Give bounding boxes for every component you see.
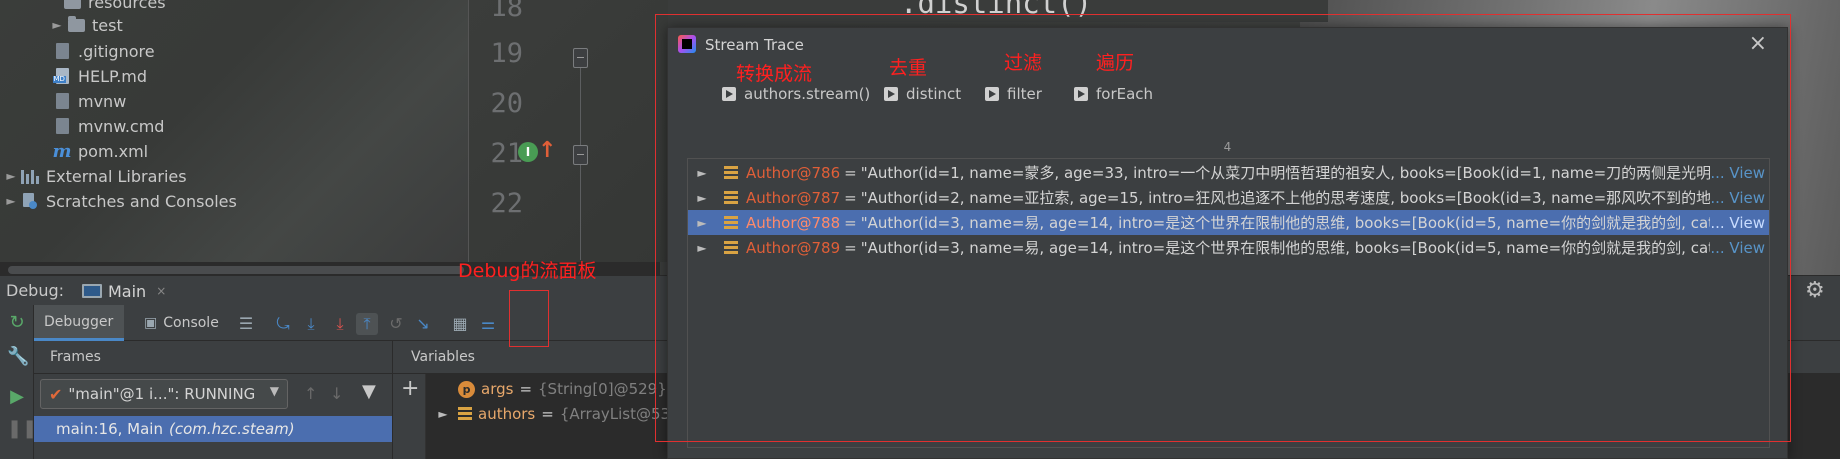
frames-header: Frames	[34, 341, 392, 374]
chevron-right-icon[interactable]: ►	[48, 18, 66, 32]
wrench-icon[interactable]: 🔧	[7, 347, 29, 367]
frames-title: Frames	[50, 349, 101, 365]
project-tree: resources ► test .gitignore MD HELP.md m…	[0, 0, 468, 262]
frames-panel: ✔ "main"@1 i...": RUNNING ▼ ↑ ↓ ▼ main:1…	[34, 374, 392, 459]
chevron-down-icon: ▼	[269, 384, 279, 398]
arrow-down-icon[interactable]: ↓	[330, 384, 343, 403]
variables-title: Variables	[411, 349, 475, 365]
step-out-icon[interactable]: ⤒	[356, 313, 378, 335]
tree-item-mvnw[interactable]: mvnw	[52, 89, 126, 113]
annotation-debug-stream-panel: Debug的流面板	[458, 260, 597, 282]
chevron-right-icon[interactable]: ►	[434, 407, 452, 421]
file-icon	[52, 43, 72, 59]
folder-icon	[66, 15, 86, 33]
pause-icon[interactable]: ❚❚	[7, 419, 37, 439]
trace-stream-icon[interactable]: ⚌	[477, 313, 499, 335]
line-number: 18	[490, 0, 523, 23]
tree-item-mvnw-cmd[interactable]: mvnw.cmd	[52, 114, 164, 138]
debug-action-strip: ↻ 🔧 ▶ ❚❚	[0, 305, 37, 459]
horizontal-scrollbar[interactable]	[8, 266, 464, 274]
filter-icon[interactable]: ▼	[362, 381, 376, 402]
tree-item-test[interactable]: ► test	[48, 13, 123, 37]
run-to-cursor-icon[interactable]: ↘	[412, 313, 434, 335]
arrow-up-icon[interactable]: ↑	[304, 384, 317, 403]
evaluate-expression-icon[interactable]: ▦	[449, 313, 471, 335]
variable-row[interactable]: ► authors = {ArrayList@530}	[434, 402, 689, 426]
libraries-icon	[20, 168, 40, 184]
step-into-icon[interactable]: ⤓	[300, 313, 322, 335]
annotation-box-stream-trace	[655, 14, 1791, 442]
maven-file-icon: m	[52, 140, 72, 162]
markdown-file-icon: MD	[52, 68, 72, 84]
folder-icon	[62, 0, 82, 10]
fold-marker-icon[interactable]	[573, 145, 588, 165]
parameter-icon: p	[458, 380, 475, 398]
menu-icon[interactable]: ☰	[235, 313, 257, 335]
thread-select[interactable]: ✔ "main"@1 i...": RUNNING ▼	[40, 379, 288, 409]
line-number: 19	[490, 38, 523, 69]
field-icon	[458, 407, 472, 421]
tree-item-scratches[interactable]: ► Scratches and Consoles	[2, 189, 236, 213]
annotation-filter: 过滤	[1004, 52, 1043, 74]
tab-console[interactable]: ▣ Console	[134, 305, 229, 341]
file-icon	[52, 118, 72, 134]
drop-frame-icon[interactable]: ↺	[385, 313, 407, 335]
file-icon	[52, 93, 72, 109]
close-icon[interactable]: ×	[156, 284, 166, 298]
line-number: 21	[490, 138, 523, 169]
annotation-box-trace-button	[509, 290, 549, 347]
line-number: 20	[490, 88, 523, 119]
tab-debugger[interactable]: Debugger	[34, 305, 124, 341]
resume-icon[interactable]: ▶	[7, 387, 27, 407]
force-step-into-icon[interactable]: ⤓	[329, 313, 351, 335]
debug-session-tab[interactable]: Main ×	[82, 279, 166, 303]
gear-icon[interactable]: ⚙	[1805, 278, 1825, 303]
check-icon: ✔	[49, 384, 63, 404]
scratches-icon	[20, 193, 40, 209]
application-run-icon	[82, 284, 102, 298]
annotation-distinct: 去重	[889, 57, 928, 79]
editor-gutter: 18 19 20 21 22	[468, 0, 668, 262]
tree-item-external-libraries[interactable]: ► External Libraries	[2, 164, 186, 188]
step-over-icon[interactable]: ⤿	[272, 313, 294, 335]
tree-item-help-md[interactable]: MD HELP.md	[52, 64, 147, 88]
add-watch-icon[interactable]: +	[401, 376, 419, 401]
frame-row[interactable]: main:16, Main (com.hzc.steam)	[34, 416, 392, 442]
variables-side-toolbar: +	[392, 374, 426, 459]
debug-label: Debug:	[6, 281, 65, 300]
chevron-right-icon[interactable]: ►	[2, 194, 20, 208]
annotation-convert-to-stream: 转换成流	[736, 63, 813, 85]
tree-item-resources[interactable]: resources	[62, 0, 166, 14]
overrides-arrow-icon[interactable]: ↑	[538, 138, 556, 163]
line-number: 22	[490, 188, 523, 219]
annotation-foreach: 遍历	[1096, 52, 1135, 74]
implements-gutter-icon[interactable]: I	[518, 142, 538, 162]
console-icon: ▣	[144, 315, 158, 331]
rerun-icon[interactable]: ↻	[7, 313, 27, 333]
fold-marker-icon[interactable]	[573, 48, 588, 68]
variable-row[interactable]: p args = {String[0]@529} []	[458, 377, 683, 401]
tree-item-gitignore[interactable]: .gitignore	[52, 39, 155, 63]
tree-item-pom-xml[interactable]: m pom.xml	[52, 139, 148, 163]
chevron-right-icon[interactable]: ►	[2, 169, 20, 183]
